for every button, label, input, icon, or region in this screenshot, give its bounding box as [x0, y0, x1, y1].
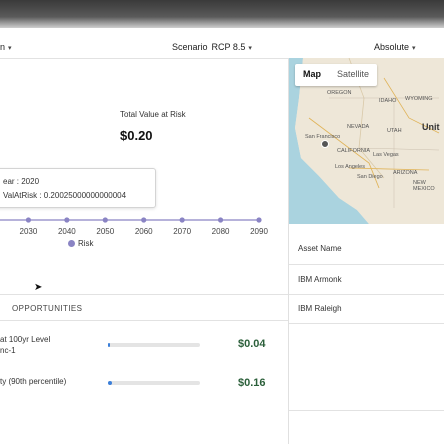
opportunity-name-line1: at 100yr Level [0, 335, 51, 344]
map-label: Unit [422, 122, 440, 132]
map-label: CALIFORNIA [337, 148, 371, 154]
opportunity-value: $0.16 [238, 377, 266, 389]
total-value-amount: $0.20 [120, 128, 153, 143]
table-divider [289, 294, 444, 295]
opportunity-name-line2: nc-1 [0, 346, 16, 355]
opportunity-row[interactable]: ty (90th percentile) $0.16 [0, 376, 288, 406]
tooltip-year: ear : 2020 [3, 177, 40, 186]
map-label: NEW MEXICO [413, 180, 435, 192]
map-label: San Diego [357, 174, 383, 180]
asset-name-header: Asset Name [298, 244, 342, 253]
tooltip-value: ValAtRisk : 0.20025000000000004 [3, 191, 127, 200]
map-tab-map[interactable]: Map [295, 64, 329, 86]
assets-table: Asset Name IBM Armonk IBM Raleigh [289, 224, 444, 444]
risk-data-point[interactable] [25, 217, 32, 223]
risk-line-chart: 2030 2040 2050 2060 2070 2080 2090 [0, 217, 268, 236]
chevron-down-icon: ▾ [248, 45, 252, 52]
table-divider [289, 323, 444, 324]
chevron-down-icon: ▾ [412, 45, 416, 52]
opportunity-name: ty (90th percentile) [0, 376, 66, 387]
total-value-label: Total Value at Risk [120, 110, 186, 119]
section-divider [0, 294, 288, 295]
opportunity-value: $0.04 [238, 338, 266, 350]
map-label: IDAHO [379, 98, 397, 104]
map-label: NEVADA [347, 124, 370, 130]
legend-risk-dot [68, 240, 75, 247]
scenario-value: RCP 8.5 [211, 42, 246, 52]
opportunities-divider [0, 320, 288, 321]
risk-data-point[interactable] [217, 217, 224, 223]
asset-row[interactable]: IBM Raleigh [298, 304, 342, 313]
scenario-select[interactable]: Scenario RCP 8.5 ▾ [172, 42, 252, 52]
risk-data-point[interactable] [256, 217, 262, 223]
x-tick-label: 2030 [20, 227, 38, 236]
asset-map[interactable]: Map Satellite OREGON IDAHO WYOMING NEVAD… [289, 58, 444, 224]
risk-data-point[interactable] [179, 217, 185, 223]
map-label: WYOMING [405, 96, 433, 102]
legend-risk-label: Risk [78, 239, 94, 248]
map-label: UTAH [387, 128, 402, 134]
top-bar [0, 0, 444, 28]
opportunity-name: at 100yr Level nc-1 [0, 334, 50, 356]
risk-data-point[interactable] [64, 217, 70, 223]
x-tick-label: 2050 [96, 227, 114, 236]
map-label: Las Vegas [373, 152, 399, 158]
opportunity-name-line1: ty (90th percentile) [0, 377, 67, 386]
map-label: ARIZONA [393, 170, 418, 176]
left-select[interactable]: n ▾ [0, 42, 12, 52]
risk-data-point[interactable] [141, 217, 147, 223]
opportunity-progress-fill [108, 343, 110, 347]
chart-legend[interactable]: Risk [68, 239, 94, 248]
map-label: Los Angeles [335, 164, 365, 170]
map-tab-satellite[interactable]: Satellite [329, 64, 377, 86]
x-tick-label: 2090 [250, 227, 268, 236]
table-divider [289, 410, 444, 411]
opportunities-heading: OPPORTUNITIES [12, 304, 83, 313]
opportunity-progress-bar [108, 381, 200, 385]
opportunity-progress-fill [108, 381, 112, 385]
table-divider [289, 264, 444, 265]
x-tick-label: 2040 [58, 227, 76, 236]
asset-row[interactable]: IBM Armonk [298, 275, 342, 284]
mode-select[interactable]: Absolute ▾ [374, 42, 416, 52]
chart-tooltip: ear : 2020 ValAtRisk : 0.200250000000000… [0, 168, 156, 208]
x-tick-label: 2080 [212, 227, 230, 236]
mouse-pointer-icon: ➤ [34, 282, 43, 293]
map-type-toggle: Map Satellite [295, 64, 378, 86]
x-tick-label: 2060 [135, 227, 153, 236]
risk-data-point[interactable] [102, 217, 108, 223]
x-tick-label: 2070 [173, 227, 191, 236]
map-label: OREGON [327, 90, 352, 96]
left-select-value: n [0, 42, 6, 52]
risk-panel: Total Value at Risk $0.20 2030 2040 2050 20… [0, 58, 288, 444]
opportunity-progress-bar [108, 343, 200, 347]
mode-value: Absolute [374, 42, 410, 52]
opportunity-row[interactable]: at 100yr Level nc-1 $0.04 [0, 334, 288, 364]
chevron-down-icon: ▾ [8, 45, 12, 52]
scenario-label: Scenario [172, 42, 208, 52]
controls-row: n ▾ Scenario RCP 8.5 ▾ Absolute ▾ [0, 36, 444, 58]
map-label: San Francisco [305, 134, 341, 140]
